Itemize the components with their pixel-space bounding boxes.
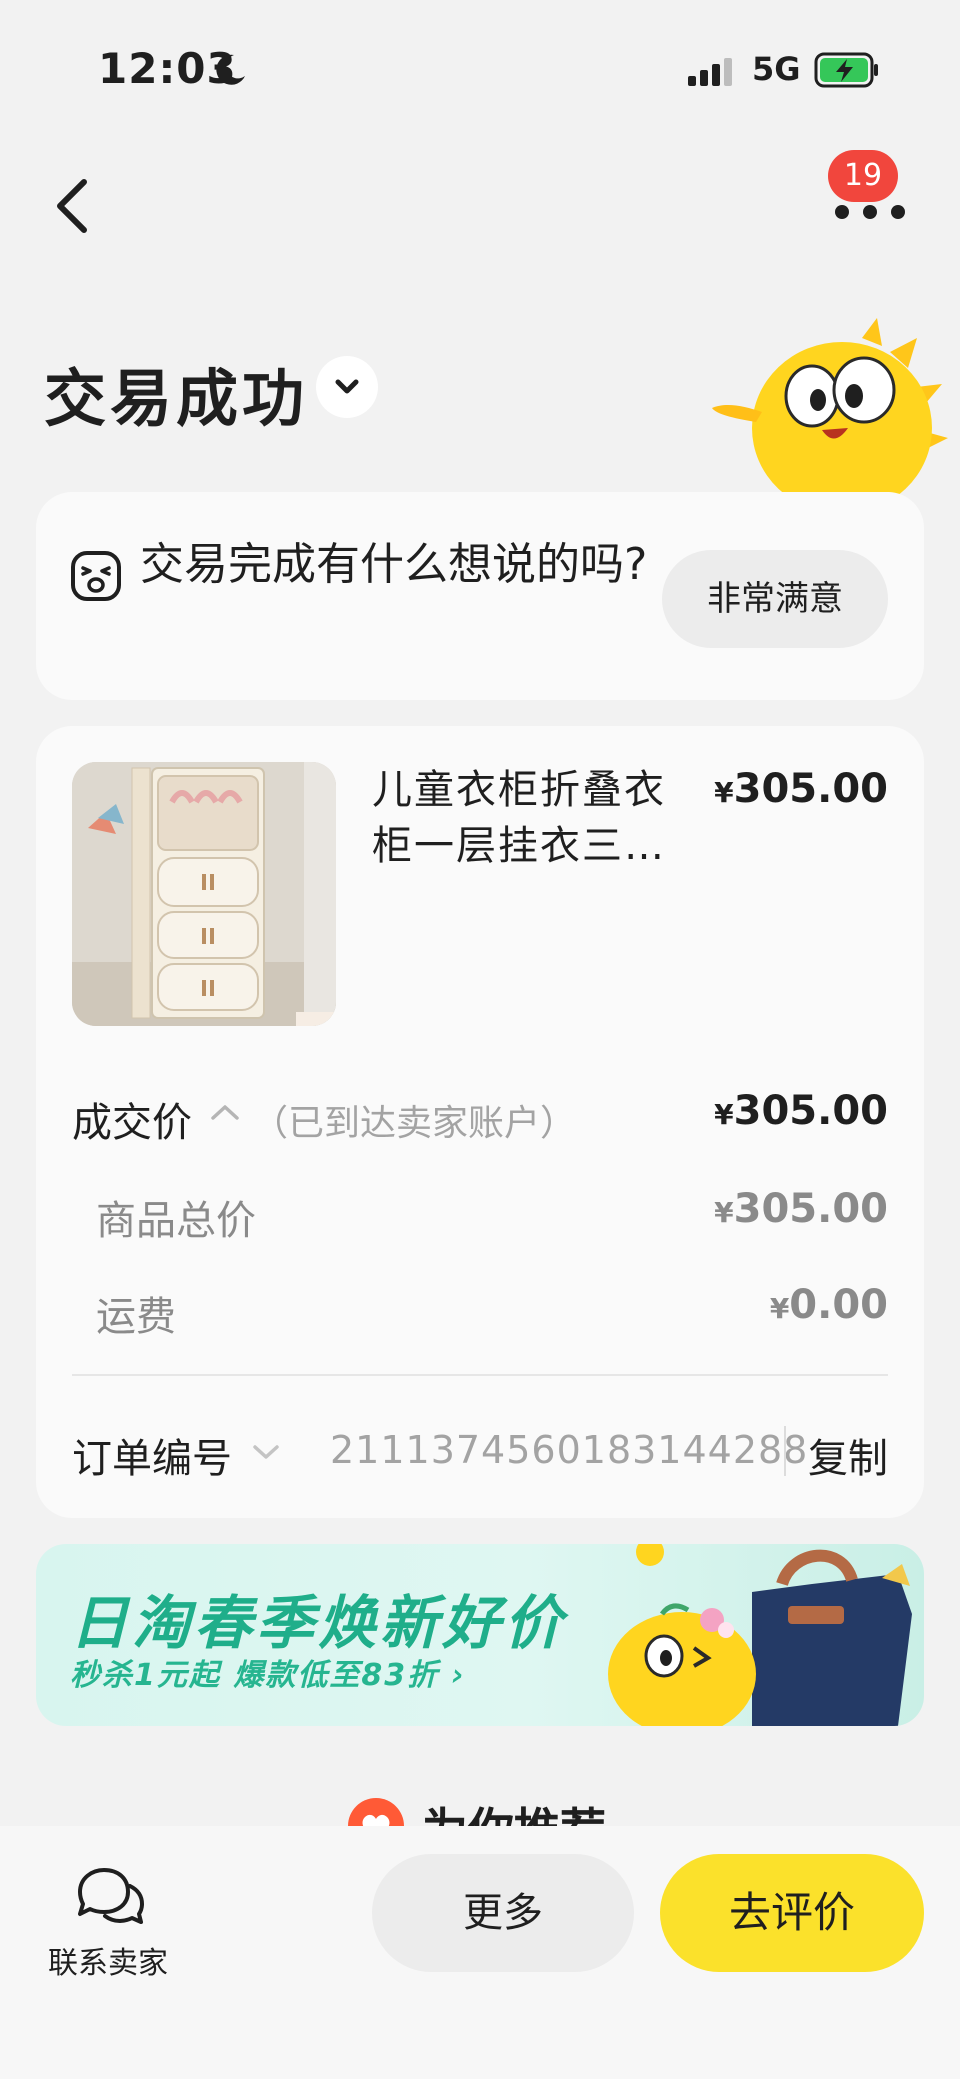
deal-price-value: 305.00 [733, 1088, 888, 1134]
battery-charging-icon [814, 52, 878, 88]
status-bar: 12:03 5G [0, 0, 960, 140]
shipping-fee: ¥0.00 [770, 1282, 888, 1328]
shipping-row: 运费 ¥0.00 [96, 1278, 888, 1340]
promo-subtitle: 秒杀1元起 爆款低至83折 › [70, 1658, 466, 1693]
back-button[interactable] [48, 170, 98, 240]
contact-seller-button[interactable]: 联系卖家 [38, 1864, 178, 1984]
promo-banner[interactable]: 日淘春季焕新好价 秒杀1元起 爆款低至83折 › [36, 1544, 924, 1726]
goods-total-value: 305.00 [733, 1186, 888, 1232]
currency-symbol: ¥ [714, 1196, 734, 1229]
chevron-up-icon [211, 1105, 239, 1120]
signal-icon [688, 58, 732, 86]
shipping-fee-value: 0.00 [789, 1282, 888, 1328]
separator [784, 1426, 786, 1476]
deal-price-row[interactable]: 成交价 （已到达卖家账户） ¥305.00 [72, 1084, 888, 1146]
network-label: 5G [752, 50, 801, 88]
notification-badge: 19 [828, 150, 898, 202]
goods-total: ¥305.00 [714, 1186, 888, 1232]
currency-symbol: ¥ [769, 1292, 790, 1325]
deal-price: ¥305.00 [714, 1088, 888, 1134]
order-number-label: 订单编号 [72, 1436, 232, 1482]
promo-illustration [608, 1544, 912, 1726]
chevron-down-icon[interactable] [250, 1442, 282, 1462]
page-title: 交易成功 [44, 362, 309, 435]
promo-title: 日淘春季焕新好价 [70, 1589, 567, 1657]
moon-icon [216, 54, 245, 85]
deal-price-note: （已到达卖家账户） [252, 1103, 577, 1144]
deal-price-label: 成交价 [72, 1100, 192, 1146]
feedback-face-icon [71, 551, 121, 601]
review-button[interactable]: 去评价 [660, 1854, 924, 1972]
contact-seller-label: 联系卖家 [48, 1946, 168, 1981]
order-card: 儿童衣柜折叠衣柜一层挂衣三… ¥305.00 成交价 （已到达卖家账户） ¥30… [36, 726, 924, 1518]
back-arrow-icon [57, 179, 87, 233]
product-price: ¥305.00 [714, 766, 888, 812]
order-number: 2111374560183144288 [330, 1428, 809, 1472]
very-satisfied-button[interactable]: 非常满意 [662, 550, 888, 648]
more-actions-button[interactable]: 更多 [372, 1854, 634, 1972]
mascot-illustration [712, 318, 948, 508]
more-button[interactable]: 19 [822, 150, 922, 230]
shipping-label: 运费 [96, 1294, 176, 1340]
chat-icon [78, 1868, 144, 1924]
goods-total-row: 商品总价 ¥305.00 [96, 1182, 888, 1244]
title-expand-button[interactable] [316, 356, 378, 418]
more-dots-icon [835, 205, 905, 219]
currency-symbol: ¥ [714, 1098, 734, 1131]
bottom-action-bar: 联系卖家 更多 去评价 [0, 1826, 960, 2079]
goods-total-label: 商品总价 [96, 1198, 256, 1244]
feedback-card: 交易完成有什么想说的吗? 非常满意 [36, 492, 924, 700]
product-image[interactable] [72, 762, 336, 1026]
product-name[interactable]: 儿童衣柜折叠衣柜一层挂衣三… [372, 762, 672, 874]
copy-button[interactable]: 复制 [808, 1426, 888, 1484]
currency-symbol: ¥ [714, 776, 734, 809]
order-number-row: 订单编号 2111374560183144288 复制 [72, 1416, 888, 1486]
chevron-down-icon [335, 379, 359, 394]
product-price-value: 305.00 [733, 766, 888, 812]
divider [72, 1374, 888, 1376]
wardrobe-image [72, 762, 336, 1026]
feedback-prompt: 交易完成有什么想说的吗? [140, 539, 648, 590]
